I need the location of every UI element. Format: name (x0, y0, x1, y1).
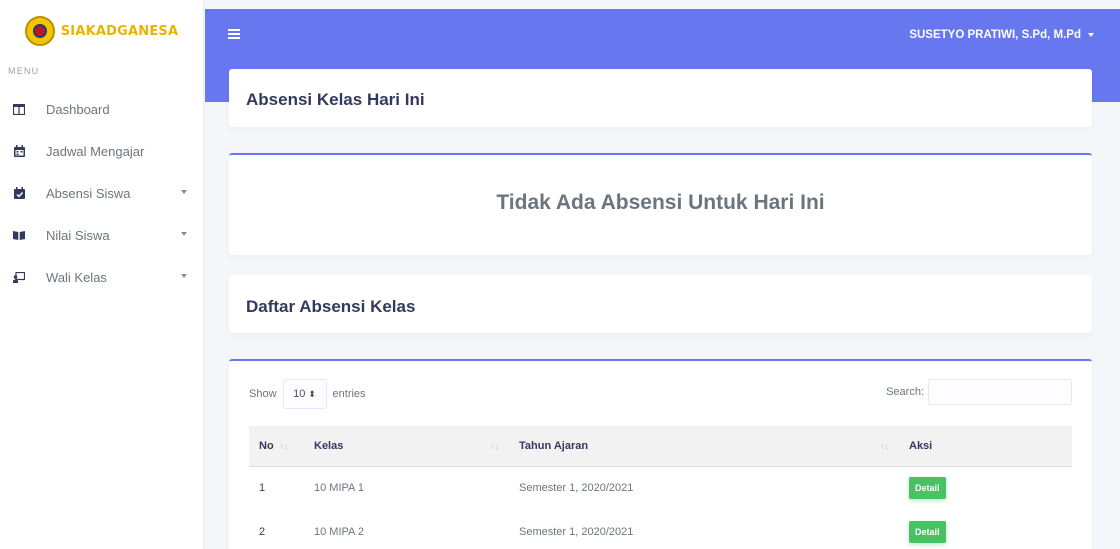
sidebar-item-label: Nilai Siswa (46, 227, 110, 243)
section-title-absensi: Absensi Kelas Hari Ini (246, 90, 425, 109)
chevron-down-icon (181, 190, 187, 194)
sidebar-item-label: Wali Kelas (46, 269, 107, 285)
cell-aksi: Detail (899, 510, 1072, 549)
cell-no: 1 (259, 482, 266, 495)
sidebar-item-label: Jadwal Mengajar (46, 143, 145, 159)
search-label: Search: (886, 386, 924, 398)
calendar-check-icon (13, 187, 25, 199)
cell-kelas: 10 MIPA 1 (314, 482, 364, 495)
detail-button[interactable]: Detail (909, 477, 946, 500)
column-header-tahun-ajaran[interactable]: Tahun Ajaran ↑↓ (509, 426, 899, 467)
sidebar-item-wali-kelas[interactable]: Wali Kelas (0, 256, 203, 298)
table-row: 1 10 MIPA 1 Semester 1, 2020/2021 Detail (249, 466, 1072, 510)
chevron-down-icon (1088, 33, 1094, 37)
sidebar-item-nilai-siswa[interactable]: Nilai Siswa (0, 214, 203, 256)
book-open-icon (13, 229, 25, 241)
menu-title: MENU (8, 66, 40, 76)
sidebar-item-dashboard[interactable]: Dashboard (0, 88, 203, 130)
entries-select[interactable]: 10 ⬍ (282, 379, 327, 409)
brand-logo-icon (24, 16, 55, 46)
sort-icon: ↑↓ (880, 441, 889, 451)
cell-aksi: Detail (899, 466, 1072, 510)
cell-tahun-ajaran: Semester 1, 2020/2021 (519, 526, 634, 538)
table-header-row: No ↑↓ Kelas ↑↓ Tahun Ajaran ↑↓ Aksi (249, 426, 1072, 467)
sidebar-item-label: Absensi Siswa (46, 185, 131, 201)
brand[interactable]: SIAKADGANESA (0, 0, 203, 62)
column-header-kelas[interactable]: Kelas ↑↓ (304, 426, 509, 467)
entries-value: 10 (293, 388, 306, 400)
search-input[interactable] (928, 379, 1072, 405)
cell-kelas: 10 MIPA 2 (314, 526, 364, 538)
sidebar-item-jadwal-mengajar[interactable]: Jadwal Mengajar (0, 130, 203, 172)
daftar-header-card: Daftar Absensi Kelas (229, 275, 1092, 333)
absensi-header-card: Absensi Kelas Hari Ini (229, 69, 1092, 127)
top-navbar: SUSETYO PRATIWI, S.Pd, M.Pd (205, 9, 1120, 64)
column-header-no[interactable]: No ↑↓ (249, 426, 304, 467)
daftar-table-card: Show 10 ⬍ entries Search: No ↑↓ Kelas ↑↓… (229, 359, 1092, 549)
entries-length-control: Show 10 ⬍ entries (249, 379, 366, 409)
entries-label: entries (332, 388, 366, 400)
hamburger-menu-icon[interactable] (228, 29, 240, 39)
sort-icon: ↑↓ (490, 441, 499, 451)
sidebar-item-absensi-siswa[interactable]: Absensi Siswa (0, 172, 203, 214)
sort-icon: ↑↓ (276, 440, 289, 451)
brand-name: SIAKADGANESA (60, 23, 179, 39)
columns-icon (13, 103, 25, 115)
sidebar: SIAKADGANESA MENU Dashboard Jadwal Menga… (0, 0, 204, 549)
column-header-aksi[interactable]: Aksi (899, 426, 1072, 467)
show-label: Show (249, 388, 277, 400)
chalkboard-teacher-icon (13, 271, 25, 283)
cell-no: 2 (259, 526, 266, 538)
user-dropdown[interactable]: SUSETYO PRATIWI, S.Pd, M.Pd (909, 29, 1094, 41)
calendar-icon (13, 145, 25, 157)
absensi-table: No ↑↓ Kelas ↑↓ Tahun Ajaran ↑↓ Aksi 1 10… (249, 426, 1072, 549)
user-name: SUSETYO PRATIWI, S.Pd, M.Pd (909, 29, 1081, 41)
empty-message: Tidak Ada Absensi Untuk Hari Ini (496, 191, 825, 214)
sort-updown-icon: ⬍ (308, 388, 316, 399)
section-title-daftar: Daftar Absensi Kelas (246, 297, 416, 316)
cell-tahun-ajaran: Semester 1, 2020/2021 (519, 482, 634, 495)
table-row: 2 10 MIPA 2 Semester 1, 2020/2021 Detail (249, 510, 1072, 549)
absensi-empty-card: Tidak Ada Absensi Untuk Hari Ini (229, 153, 1092, 255)
detail-button[interactable]: Detail (909, 521, 946, 543)
sidebar-item-label: Dashboard (46, 101, 110, 117)
table-search: Search: (886, 379, 1072, 405)
chevron-down-icon (181, 232, 187, 236)
chevron-down-icon (181, 274, 187, 278)
